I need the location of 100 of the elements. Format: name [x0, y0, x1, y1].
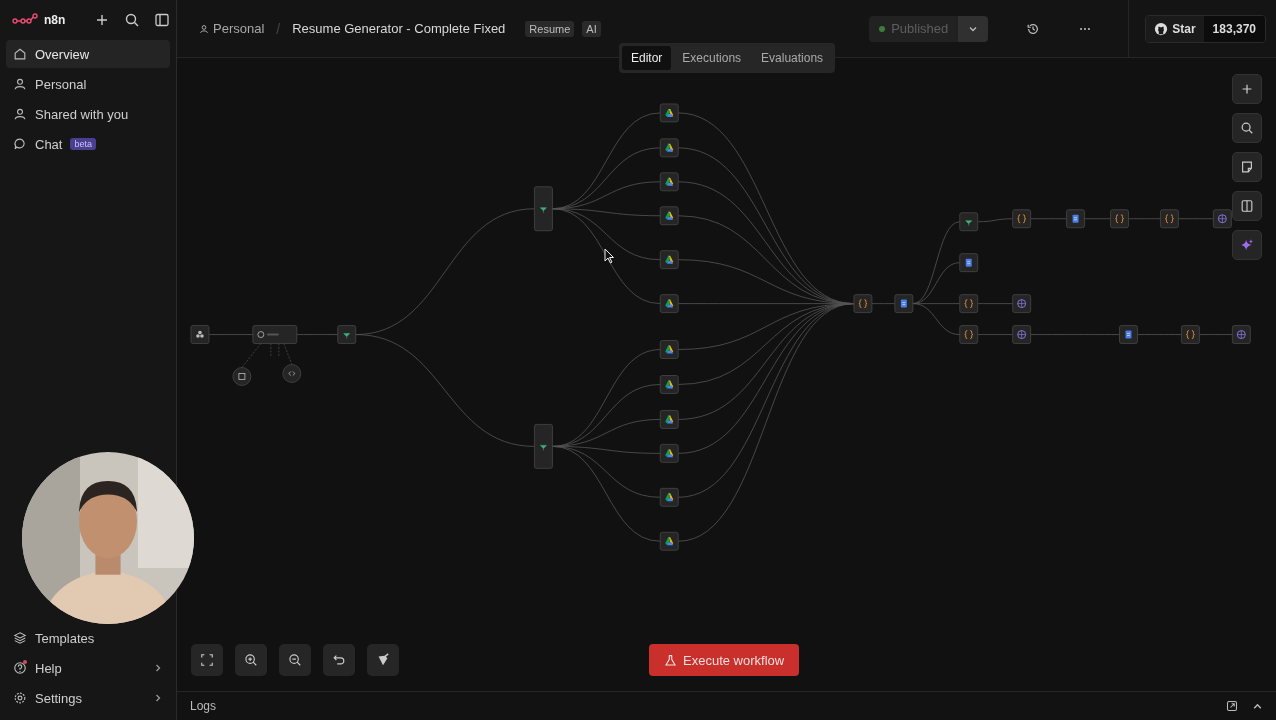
breadcrumb-separator: /: [276, 20, 281, 37]
switch-node[interactable]: [337, 325, 357, 344]
drive-node[interactable]: [659, 375, 679, 394]
view-tab[interactable]: Evaluations: [752, 46, 833, 70]
user-icon: [13, 77, 27, 91]
view-tab[interactable]: Editor: [622, 46, 672, 70]
parser-node[interactable]: [282, 364, 302, 383]
connector: [1084, 218, 1111, 220]
undo-button[interactable]: [323, 644, 355, 676]
http-node[interactable]: [1212, 209, 1232, 229]
github-star-button[interactable]: Star: [1146, 15, 1204, 42]
connector: [1128, 218, 1161, 220]
sidebar-item[interactable]: Overview: [6, 40, 170, 68]
plus-icon: [1240, 82, 1254, 96]
workflow-tag[interactable]: Resume: [525, 20, 575, 37]
search-icon: [1240, 121, 1254, 135]
sidebar-item[interactable]: Templates: [6, 624, 170, 652]
drive-node[interactable]: [659, 487, 679, 507]
model-node[interactable]: [232, 367, 252, 386]
drive-node[interactable]: [659, 444, 679, 463]
help-icon: [13, 661, 27, 675]
code-node[interactable]: [1012, 209, 1032, 229]
connector: [1178, 218, 1214, 220]
layers-icon: [13, 631, 27, 645]
doc-node[interactable]: [1066, 209, 1085, 229]
drive-node[interactable]: [659, 340, 679, 359]
sidebar-item[interactable]: Help: [6, 654, 170, 682]
drive-node[interactable]: [659, 410, 679, 429]
cursor-icon: [604, 248, 615, 264]
logo-icon: [12, 13, 38, 27]
connector: [1030, 218, 1067, 220]
agent-node[interactable]: [252, 325, 298, 344]
panel-icon: [1240, 199, 1254, 213]
beta-badge: beta: [70, 138, 96, 150]
flask-icon: [664, 653, 677, 667]
drive-node[interactable]: [659, 138, 679, 158]
code-node[interactable]: [959, 294, 979, 313]
code-node[interactable]: [959, 325, 979, 344]
fit-view-button[interactable]: [191, 644, 223, 676]
sidebar-item[interactable]: Chat beta: [6, 130, 170, 158]
sidebar-item[interactable]: Shared with you: [6, 100, 170, 128]
ai-assistant-button[interactable]: [1232, 230, 1262, 260]
router-node[interactable]: [534, 424, 553, 469]
connector: [977, 334, 1014, 335]
drive-node[interactable]: [659, 206, 679, 226]
search-button[interactable]: [1232, 113, 1262, 143]
code-node[interactable]: [1181, 325, 1200, 344]
connector: [871, 303, 896, 304]
code-node[interactable]: [1110, 209, 1129, 229]
connector: [208, 334, 254, 335]
drive-node[interactable]: [659, 250, 679, 270]
user-icon: [13, 107, 27, 121]
workflow-tag[interactable]: AI: [582, 20, 601, 37]
connector: [1137, 334, 1182, 335]
tidy-up-button[interactable]: [367, 644, 399, 676]
execute-workflow-button[interactable]: Execute workflow: [649, 644, 800, 676]
drive-node[interactable]: [659, 531, 679, 551]
zoom-out-icon: [288, 653, 302, 667]
sparkle-icon: [1240, 238, 1254, 252]
settings-icon: [13, 691, 27, 705]
code-node[interactable]: [853, 294, 873, 313]
drive-node[interactable]: [659, 103, 679, 123]
pop-out-icon[interactable]: [1226, 700, 1238, 712]
http-node[interactable]: [1012, 325, 1032, 344]
zoom-out-button[interactable]: [279, 644, 311, 676]
router-node[interactable]: [534, 186, 553, 232]
connector: [1199, 334, 1233, 335]
http-node[interactable]: [1231, 325, 1251, 344]
drive-node[interactable]: [659, 294, 679, 313]
plus-icon[interactable]: [94, 12, 110, 28]
search-icon[interactable]: [124, 12, 140, 28]
history-icon[interactable]: [1026, 21, 1041, 36]
http-node[interactable]: [1012, 294, 1032, 313]
logo-icon: [1154, 21, 1169, 36]
logs-label[interactable]: Logs: [190, 699, 217, 713]
connector: [977, 303, 1014, 304]
zoom-in-button[interactable]: [235, 644, 267, 676]
view-tab[interactable]: Executions: [673, 46, 751, 70]
workflow-title[interactable]: Resume Generator - Complete Fixed: [292, 21, 506, 36]
sticky-note-button[interactable]: [1232, 152, 1262, 182]
drive-node[interactable]: [659, 172, 679, 192]
user-icon: [199, 23, 209, 34]
sidebar-toggle-icon[interactable]: [154, 12, 170, 28]
sidebar-item[interactable]: Settings: [6, 684, 170, 712]
home-icon: [13, 47, 27, 61]
switch-node[interactable]: [959, 212, 979, 232]
undo-icon: [332, 653, 346, 667]
brand-name: n8n: [44, 13, 66, 27]
doc-node[interactable]: [1119, 325, 1138, 344]
broom-icon: [376, 653, 390, 667]
webhook-node[interactable]: [190, 325, 210, 344]
add-node-button[interactable]: [1232, 74, 1262, 104]
breadcrumb-link[interactable]: Personal: [199, 21, 265, 36]
doc-node[interactable]: [959, 253, 979, 273]
doc-node[interactable]: [894, 294, 914, 313]
zoom-in-icon: [244, 653, 258, 667]
sidebar-item[interactable]: Personal: [6, 70, 170, 98]
panel-toggle-button[interactable]: [1232, 191, 1262, 221]
code-node[interactable]: [1160, 209, 1179, 229]
note-icon: [1240, 160, 1254, 174]
